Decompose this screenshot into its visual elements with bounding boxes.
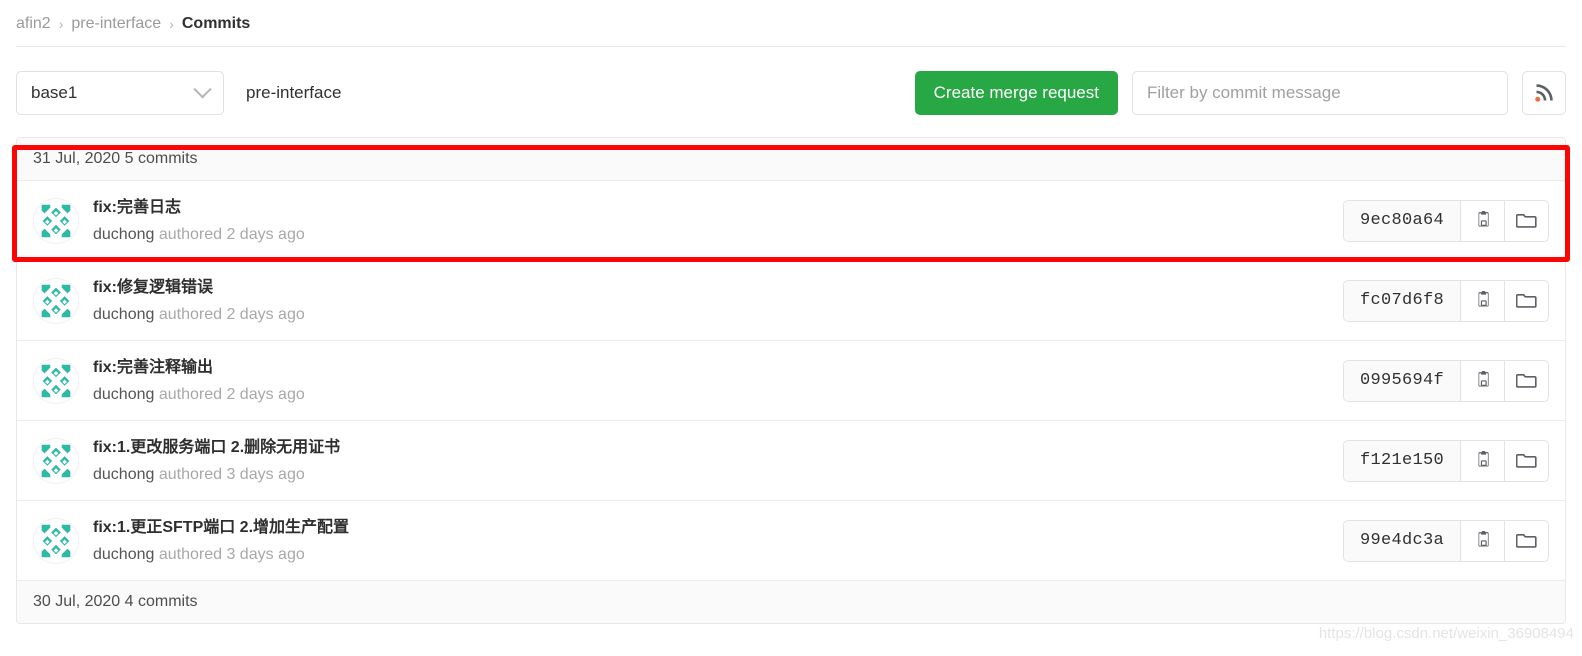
commit-actions: 9ec80a64	[1342, 199, 1549, 242]
commit-row[interactable]: fix:1.更改服务端口 2.删除无用证书 duchong authored 3…	[17, 421, 1565, 501]
commit-actions: f121e150	[1342, 439, 1549, 482]
commits-toolbar: base1 pre-interface Create merge request	[0, 47, 1582, 137]
browse-files-button[interactable]	[1504, 520, 1548, 561]
clipboard-icon	[1478, 531, 1489, 547]
commit-date-header: 30 Jul, 2020 4 commits	[17, 581, 1565, 623]
commit-filter-input[interactable]	[1132, 71, 1508, 115]
commit-meta: duchong authored 2 days ago	[93, 384, 1343, 405]
watermark: https://blog.csdn.net/weixin_36908494	[1318, 625, 1574, 642]
branch-select[interactable]: base1	[16, 71, 224, 115]
folder-icon	[1515, 293, 1537, 308]
identicon-icon	[34, 278, 78, 323]
breadcrumb-namespace[interactable]: afin2	[16, 14, 51, 34]
commit-main: fix:1.更改服务端口 2.删除无用证书 duchong authored 3…	[93, 437, 1343, 485]
clipboard-icon	[1478, 371, 1489, 387]
commit-date-header: 31 Jul, 2020 5 commits	[17, 138, 1565, 181]
rss-icon	[1535, 84, 1553, 102]
commits-list: 31 Jul, 2020 5 commits fix:完善日志 duchong …	[16, 137, 1566, 624]
commit-title[interactable]: fix:1.更正SFTP端口 2.增加生产配置	[93, 517, 1343, 539]
copy-sha-button[interactable]	[1460, 520, 1504, 561]
commit-sha[interactable]: 0995694f	[1343, 360, 1460, 401]
breadcrumb-project[interactable]: pre-interface	[71, 14, 161, 34]
clipboard-icon	[1478, 451, 1489, 467]
rss-feed-button[interactable]	[1522, 71, 1566, 115]
breadcrumb-separator-icon: ›	[58, 16, 64, 32]
browse-files-button[interactable]	[1504, 360, 1548, 401]
commit-authored-time: authored 2 days ago	[158, 385, 305, 403]
chevron-down-icon	[193, 79, 212, 98]
commit-actions: 0995694f	[1342, 359, 1549, 402]
create-merge-request-button[interactable]: Create merge request	[914, 71, 1118, 115]
commit-title[interactable]: fix:完善日志	[93, 197, 1343, 219]
commit-main: fix:完善日志 duchong authored 2 days ago	[93, 197, 1343, 245]
identicon-icon	[34, 438, 78, 483]
folder-icon	[1515, 373, 1537, 388]
commit-meta: duchong authored 2 days ago	[93, 224, 1343, 245]
identicon-icon	[34, 358, 78, 403]
browse-files-button[interactable]	[1504, 440, 1548, 481]
commit-actions: fc07d6f8	[1342, 279, 1549, 322]
commit-author[interactable]: duchong	[93, 546, 154, 563]
clipboard-icon	[1478, 291, 1489, 307]
commit-authored-time: authored 3 days ago	[158, 465, 305, 483]
commit-sha[interactable]: f121e150	[1343, 440, 1460, 481]
branch-select-value: base1	[31, 83, 78, 102]
commit-main: fix:1.更正SFTP端口 2.增加生产配置 duchong authored…	[93, 517, 1343, 565]
commit-author[interactable]: duchong	[93, 226, 154, 243]
folder-icon	[1515, 533, 1537, 548]
copy-sha-button[interactable]	[1460, 440, 1504, 481]
copy-sha-button[interactable]	[1460, 280, 1504, 321]
breadcrumb-current: Commits	[181, 15, 251, 32]
commit-main: fix:完善注释输出 duchong authored 2 days ago	[93, 357, 1343, 405]
commit-title[interactable]: fix:1.更改服务端口 2.删除无用证书	[93, 437, 1343, 459]
commit-author[interactable]: duchong	[93, 386, 154, 403]
browse-files-button[interactable]	[1504, 200, 1548, 241]
commit-sha[interactable]: 99e4dc3a	[1343, 520, 1460, 561]
avatar	[33, 517, 79, 564]
commit-meta: duchong authored 3 days ago	[93, 464, 1343, 485]
commit-sha[interactable]: 9ec80a64	[1343, 200, 1460, 241]
commit-actions: 99e4dc3a	[1342, 519, 1549, 562]
commit-author[interactable]: duchong	[93, 306, 154, 323]
ref-label: pre-interface	[246, 83, 342, 102]
copy-sha-button[interactable]	[1460, 360, 1504, 401]
identicon-icon	[34, 518, 78, 563]
folder-icon	[1515, 453, 1537, 468]
commit-sha[interactable]: fc07d6f8	[1343, 280, 1460, 321]
commit-row[interactable]: fix:1.更正SFTP端口 2.增加生产配置 duchong authored…	[17, 501, 1565, 581]
commit-title[interactable]: fix:完善注释输出	[93, 357, 1343, 379]
commit-title[interactable]: fix:修复逻辑错误	[93, 277, 1343, 299]
browse-files-button[interactable]	[1504, 280, 1548, 321]
commit-meta: duchong authored 3 days ago	[93, 544, 1343, 565]
breadcrumb: afin2 › pre-interface › Commits	[0, 0, 1582, 46]
commit-main: fix:修复逻辑错误 duchong authored 2 days ago	[93, 277, 1343, 325]
avatar	[33, 197, 79, 244]
avatar	[33, 357, 79, 404]
identicon-icon	[34, 198, 78, 243]
commit-author[interactable]: duchong	[93, 466, 154, 483]
commit-row[interactable]: fix:完善注释输出 duchong authored 2 days ago 0…	[17, 341, 1565, 421]
avatar	[33, 437, 79, 484]
commit-meta: duchong authored 2 days ago	[93, 304, 1343, 325]
commits-page: afin2 › pre-interface › Commits base1 pr…	[0, 0, 1582, 656]
copy-sha-button[interactable]	[1460, 200, 1504, 241]
folder-icon	[1515, 213, 1537, 228]
commit-row[interactable]: fix:完善日志 duchong authored 2 days ago 9ec…	[17, 181, 1565, 261]
commit-authored-time: authored 2 days ago	[158, 225, 305, 243]
avatar	[33, 277, 79, 324]
commit-authored-time: authored 2 days ago	[158, 305, 305, 323]
breadcrumb-separator-icon-2: ›	[169, 16, 174, 32]
commit-authored-time: authored 3 days ago	[158, 545, 305, 563]
commit-row[interactable]: fix:修复逻辑错误 duchong authored 2 days ago f…	[17, 261, 1565, 341]
clipboard-icon	[1478, 211, 1489, 227]
